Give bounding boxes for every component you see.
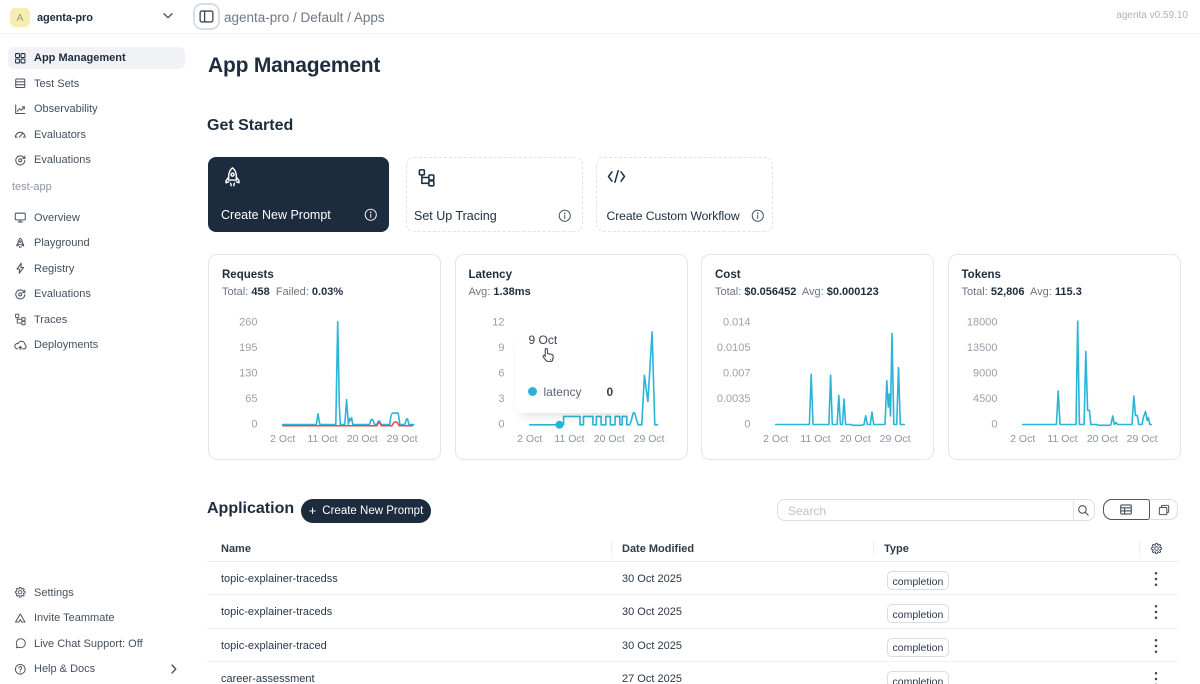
- svg-text:4500: 4500: [973, 393, 997, 405]
- svg-text:11 Oct: 11 Oct: [1047, 433, 1077, 445]
- svg-text:9000: 9000: [973, 368, 997, 380]
- svg-text:9: 9: [498, 342, 504, 354]
- svg-text:29 Oct: 29 Oct: [633, 433, 664, 445]
- svg-text:29 Oct: 29 Oct: [387, 433, 418, 445]
- svg-text:13500: 13500: [966, 342, 997, 354]
- svg-text:0: 0: [498, 419, 504, 431]
- svg-text:2 Oct: 2 Oct: [763, 433, 788, 445]
- svg-text:20 Oct: 20 Oct: [347, 433, 378, 445]
- svg-text:11 Oct: 11 Oct: [554, 433, 584, 445]
- svg-text:260: 260: [239, 317, 257, 329]
- svg-text:6: 6: [498, 368, 504, 380]
- svg-text:29 Oct: 29 Oct: [1126, 433, 1157, 445]
- svg-text:2 Oct: 2 Oct: [270, 433, 295, 445]
- svg-text:0: 0: [251, 419, 257, 431]
- svg-text:12: 12: [492, 317, 504, 329]
- svg-text:20 Oct: 20 Oct: [593, 433, 624, 445]
- svg-text:130: 130: [239, 368, 257, 380]
- svg-text:0: 0: [991, 419, 997, 431]
- svg-text:3: 3: [498, 393, 504, 405]
- svg-text:20 Oct: 20 Oct: [1086, 433, 1117, 445]
- svg-text:0.0105: 0.0105: [717, 342, 751, 354]
- svg-text:0.014: 0.014: [723, 317, 751, 329]
- svg-text:11 Oct: 11 Oct: [307, 433, 337, 445]
- svg-text:2 Oct: 2 Oct: [517, 433, 542, 445]
- svg-text:29 Oct: 29 Oct: [880, 433, 911, 445]
- svg-text:195: 195: [239, 342, 257, 354]
- svg-text:20 Oct: 20 Oct: [840, 433, 871, 445]
- svg-text:2 Oct: 2 Oct: [1010, 433, 1035, 445]
- svg-text:18000: 18000: [966, 317, 997, 329]
- svg-text:0: 0: [744, 419, 750, 431]
- svg-text:65: 65: [245, 393, 257, 405]
- svg-text:0.0035: 0.0035: [717, 393, 751, 405]
- svg-text:0.007: 0.007: [723, 368, 751, 380]
- svg-text:11 Oct: 11 Oct: [800, 433, 830, 445]
